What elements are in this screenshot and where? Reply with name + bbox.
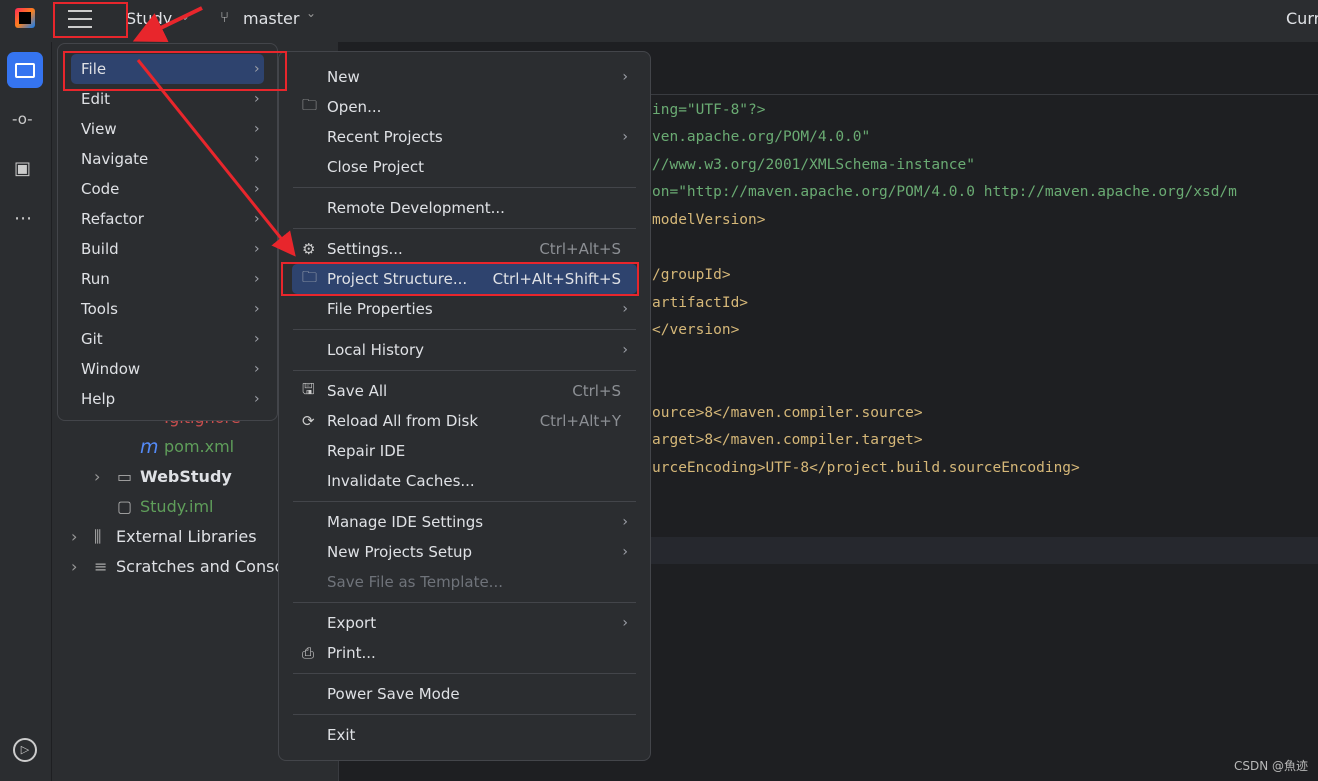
watermark: CSDN @魚迹 [1234, 759, 1309, 773]
annotation-box-file [63, 51, 287, 91]
annotation-box-project-structure [281, 262, 639, 296]
annotation-arrow [132, 6, 203, 42]
annotation-box-menu [53, 2, 128, 38]
annotation-arrow [136, 59, 296, 257]
annotation-overlay [53, 2, 639, 296]
